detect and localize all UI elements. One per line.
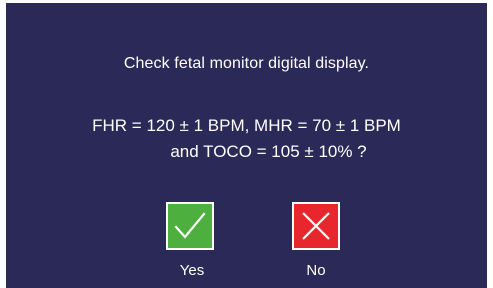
dialog-question-line-1: FHR = 120 ± 1 BPM, MHR = 70 ± 1 BPM <box>92 116 401 135</box>
dialog-question-line-2: and TOCO = 105 ± 10% ? <box>170 142 367 161</box>
yes-button[interactable] <box>166 202 214 250</box>
no-label: No <box>306 262 326 279</box>
yes-label: Yes <box>179 262 205 279</box>
confirmation-dialog: Check fetal monitor digital display. FHR… <box>6 3 487 288</box>
x-icon <box>302 212 330 240</box>
dialog-prompt: Check fetal monitor digital display. <box>123 55 370 72</box>
check-icon <box>174 212 206 239</box>
no-button[interactable] <box>292 202 340 250</box>
